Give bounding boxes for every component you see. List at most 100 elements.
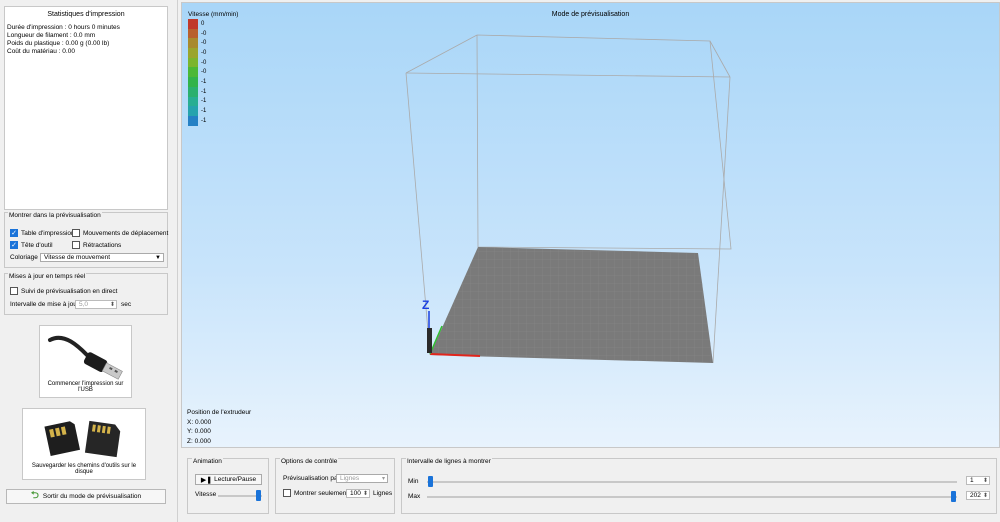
preview-by-label: Prévisualisation par: [283, 475, 340, 482]
spin-arrows-icon: ⬍: [982, 478, 988, 484]
legend-swatch: [188, 115, 198, 126]
play-pause-button[interactable]: ▶❚ Lecture/Pause: [195, 474, 262, 485]
travel-moves-label: Mouvements de déplacement: [83, 229, 169, 237]
extruder-position-title: Position de l'extrudeur: [187, 409, 252, 416]
legend-value: -0: [201, 30, 207, 37]
build-volume-scene: Z: [405, 34, 732, 364]
checkbox-box: [10, 287, 18, 295]
animation-title: Animation: [192, 458, 223, 465]
line-range-group: Intervalle de lignes à montrer Min 1 ⬍ M…: [401, 458, 997, 514]
coloring-value: Vitesse de mouvement: [44, 254, 110, 261]
min-slider-thumb[interactable]: [428, 476, 433, 487]
legend-value: 0: [201, 20, 205, 27]
checkbox-box: [72, 241, 80, 249]
legend-row: -1: [188, 77, 206, 87]
legend-swatch: [188, 67, 198, 78]
legend-value: -0: [201, 49, 207, 56]
check-icon: ✓: [10, 241, 18, 249]
extruder-position: Position de l'extrudeur X: 0.000 Y: 0.00…: [187, 408, 251, 446]
legend-value: -1: [201, 108, 207, 115]
travel-moves-checkbox[interactable]: Mouvements de déplacement: [72, 229, 168, 237]
print-bed-checkbox[interactable]: ✓ Table d'impression: [10, 229, 75, 237]
play-pause-icon: ▶❚: [200, 476, 213, 484]
show-only-checkbox[interactable]: Montrer seulement: [283, 489, 348, 497]
exit-preview-button[interactable]: ⮌ Sortir du mode de prévisualisation: [6, 489, 166, 504]
preview-by-select[interactable]: Lignes ▾: [336, 474, 388, 483]
live-updates-title: Mises à jour en temps réel: [8, 273, 87, 280]
bottom-panel: Animation ▶❚ Lecture/Pause Vitesse Optio…: [181, 450, 1000, 522]
legend-value: -1: [201, 98, 207, 105]
follow-live-checkbox[interactable]: Suivi de prévisualisation en direct: [10, 287, 117, 295]
live-updates-group: Mises à jour en temps réel Suivi de prév…: [4, 273, 168, 315]
coloring-select[interactable]: Vitesse de mouvement ▼: [40, 253, 164, 262]
show-only-label: Montrer seulement: [294, 489, 349, 497]
check-icon: ✓: [10, 229, 18, 237]
preview-viewport[interactable]: Z Mode de prévisualisation Vitesse (mm/m…: [181, 2, 1000, 448]
z-axis-label: Z: [422, 298, 429, 312]
legend-swatch: [188, 96, 198, 107]
legend-row: -0: [188, 57, 207, 68]
print-bed-label: Table d'impression: [21, 229, 75, 237]
min-slider-track[interactable]: [427, 481, 957, 483]
max-label: Max: [408, 493, 421, 500]
min-spinbox[interactable]: 1 ⬍: [966, 476, 990, 485]
line-range-title: Intervalle de lignes à montrer: [406, 458, 492, 465]
legend-title: Vitesse (mm/min): [188, 11, 239, 18]
legend-row: -1: [188, 86, 207, 97]
speed-slider-thumb[interactable]: [255, 490, 261, 501]
animation-group: Animation ▶❚ Lecture/Pause Vitesse: [187, 458, 269, 514]
update-interval-label: Intervalle de mise à jour: [10, 301, 80, 308]
legend-swatch: [188, 38, 198, 49]
speed-legend: 0 -0 -0 -0 -0 -0 -1 -1 -1 -1 -1: [188, 19, 206, 126]
legend-value: -1: [201, 117, 207, 124]
sd-card-icon: [44, 420, 121, 458]
retractions-label: Rétractations: [83, 241, 122, 249]
material-cost: Coût du matériau : 0.00: [7, 48, 75, 55]
dropdown-arrow-icon: ▾: [381, 476, 385, 482]
legend-swatch: [188, 106, 198, 116]
max-slider-track[interactable]: [427, 496, 957, 498]
follow-live-label: Suivi de prévisualisation en direct: [21, 287, 118, 295]
speed-label: Vitesse: [195, 491, 217, 498]
left-panel: Statistiques d'impression Durée d'impres…: [0, 0, 178, 522]
legend-swatch: [188, 28, 198, 39]
filament-length: Longueur de filament : 0.0 mm: [7, 32, 96, 39]
preview-by-value: Lignes: [340, 475, 360, 482]
print-stats-title: Statistiques d'impression: [47, 11, 125, 18]
legend-value: -1: [201, 78, 207, 85]
control-options-title: Options de contrôle: [280, 458, 339, 465]
usb-cable-icon: [48, 336, 123, 380]
extruder-z: Z: 0.000: [187, 437, 211, 445]
usb-print-button[interactable]: Commencer l'impression sur l'USB: [39, 325, 132, 398]
control-options-group: Options de contrôle Prévisualisation par…: [275, 458, 395, 514]
min-label: Min: [408, 478, 419, 485]
legend-swatch: [188, 48, 198, 58]
preview-options-title: Montrer dans la prévisualisation: [8, 212, 102, 219]
max-spinbox[interactable]: 202 ⬍: [966, 491, 990, 500]
legend-value: -1: [201, 88, 207, 95]
retractions-checkbox[interactable]: Rétractations: [72, 241, 121, 249]
print-stats-box: Statistiques d'impression Durée d'impres…: [4, 6, 168, 210]
extruder-y: Y: 0.000: [187, 428, 211, 435]
toolhead-checkbox[interactable]: ✓ Tête d'outil: [10, 241, 53, 249]
legend-row: -0: [188, 28, 207, 39]
preview-options-group: Montrer dans la prévisualisation ✓ Table…: [4, 212, 168, 268]
save-toolpath-button[interactable]: Sauvegarder les chemins d'outils sur le …: [22, 408, 146, 480]
show-only-unit: Lignes: [373, 490, 393, 497]
legend-row: -0: [188, 38, 206, 49]
show-only-spinbox[interactable]: 100 ⬍: [346, 489, 370, 498]
toolhead: [427, 328, 432, 353]
coloring-label: Coloriage: [10, 254, 38, 261]
viewport-title: Mode de prévisualisation: [551, 11, 630, 18]
update-interval-spinbox[interactable]: 5,0 ⬍: [75, 300, 117, 309]
legend-value: -0: [201, 69, 207, 76]
play-pause-label: Lecture/Pause: [214, 476, 257, 483]
save-toolpath-label: Sauvegarder les chemins d'outils sur le …: [31, 463, 137, 475]
legend-row: -0: [188, 48, 206, 58]
legend-value: -0: [201, 59, 207, 66]
checkbox-box: [283, 489, 291, 497]
update-interval-unit: sec: [121, 301, 132, 308]
max-slider-thumb[interactable]: [951, 491, 956, 502]
legend-row: -0: [188, 67, 207, 78]
max-value: 202: [970, 492, 981, 499]
